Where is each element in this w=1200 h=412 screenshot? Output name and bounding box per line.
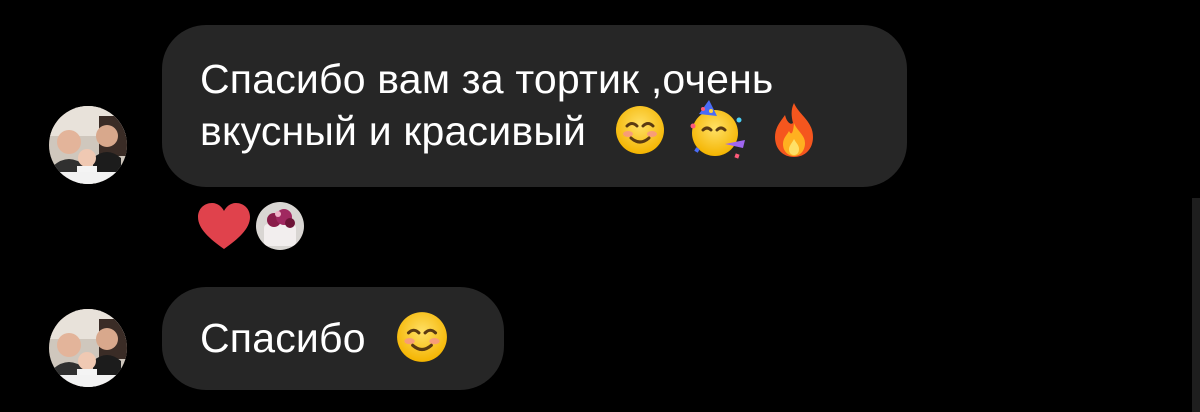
smiling-face-icon [395,310,449,364]
message-text-line: Спасибо вам за тортик ,очень [200,56,774,102]
smiling-face-icon [614,104,666,156]
heart-icon [196,201,252,251]
chat-screen: Спасибо вам за тортик ,очень вкусный и к… [0,0,1200,412]
message-bubble[interactable]: Спасибо [162,287,504,390]
message-bubble[interactable]: Спасибо вам за тортик ,очень вкусный и к… [162,25,907,187]
message-reactions[interactable] [196,198,306,254]
sender-avatar[interactable] [49,106,127,184]
reactor-avatar [254,200,306,252]
fire-icon [769,101,819,159]
message-text: Спасибо [200,315,366,361]
message-text-line: Спасибо [200,312,504,364]
sender-avatar[interactable] [49,309,127,387]
scrollbar[interactable] [1192,198,1200,412]
partying-face-icon [687,100,747,160]
message-text: вкусный и красивый [200,108,587,154]
message-text-line: вкусный и красивый [200,100,907,160]
